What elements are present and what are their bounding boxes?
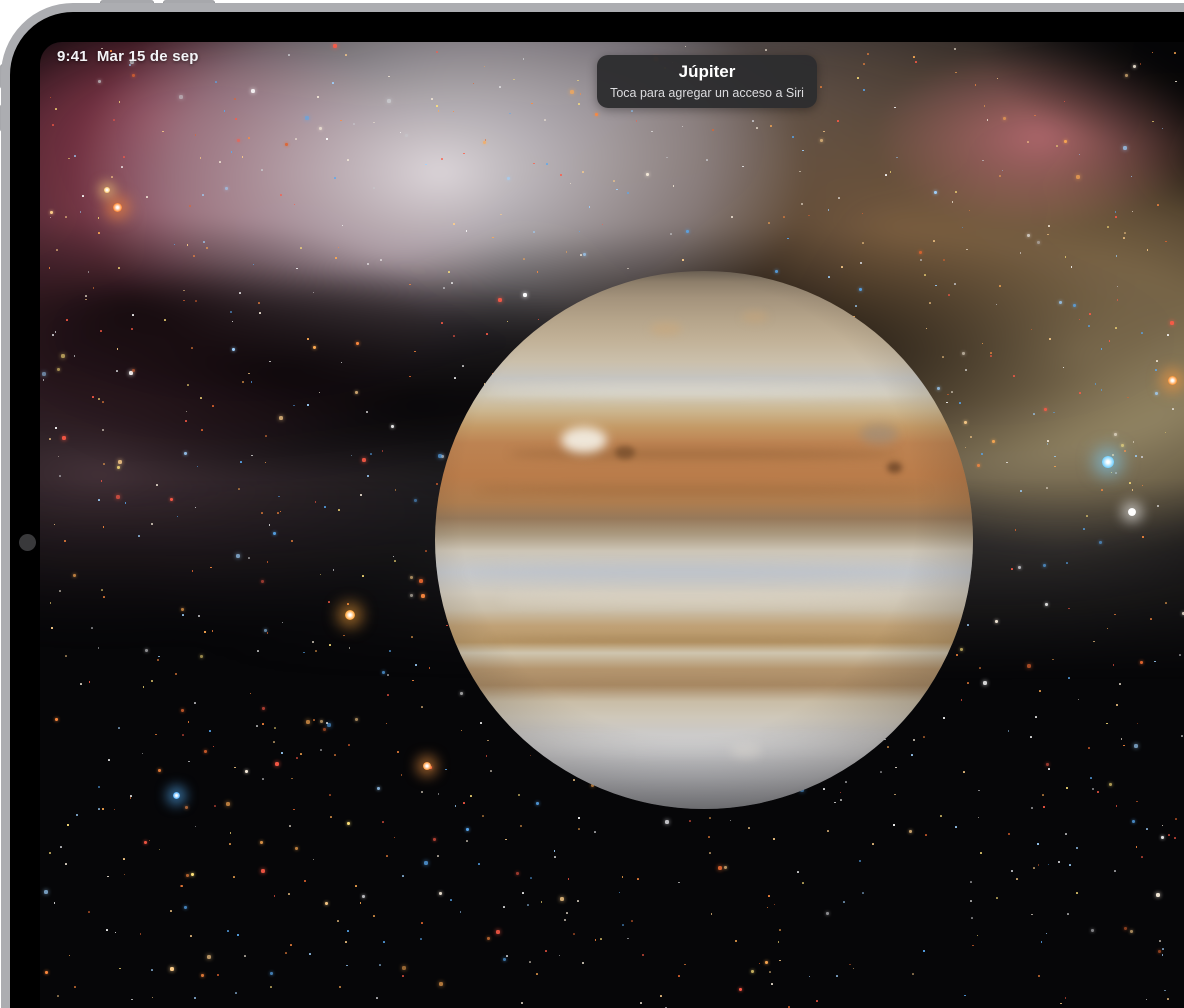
status-bar: 9:41 Mar 15 de sep <box>57 48 208 65</box>
planet-limb-shading <box>435 271 973 809</box>
status-date: Mar 15 de sep <box>97 48 199 65</box>
bright-star <box>345 610 355 620</box>
bright-star <box>104 187 110 193</box>
bright-star <box>173 792 180 799</box>
siri-suggestion-banner[interactable]: Júpiter Toca para agregar un acceso a Si… <box>597 55 817 108</box>
bright-star <box>113 203 122 212</box>
bright-star <box>1102 456 1114 468</box>
bright-star <box>423 762 431 770</box>
ipad-device: 9:41 Mar 15 de sep Júpiter Toca para agre… <box>0 0 1184 1008</box>
front-camera <box>19 534 36 551</box>
screen: 9:41 Mar 15 de sep Júpiter Toca para agre… <box>40 42 1184 1008</box>
status-time: 9:41 <box>57 48 88 65</box>
banner-title: Júpiter <box>601 61 813 83</box>
bright-star <box>1168 376 1177 385</box>
bright-star <box>1128 508 1136 516</box>
banner-subtitle: Toca para agregar un acceso a Siri <box>601 85 813 101</box>
planet-jupiter[interactable] <box>435 271 973 809</box>
